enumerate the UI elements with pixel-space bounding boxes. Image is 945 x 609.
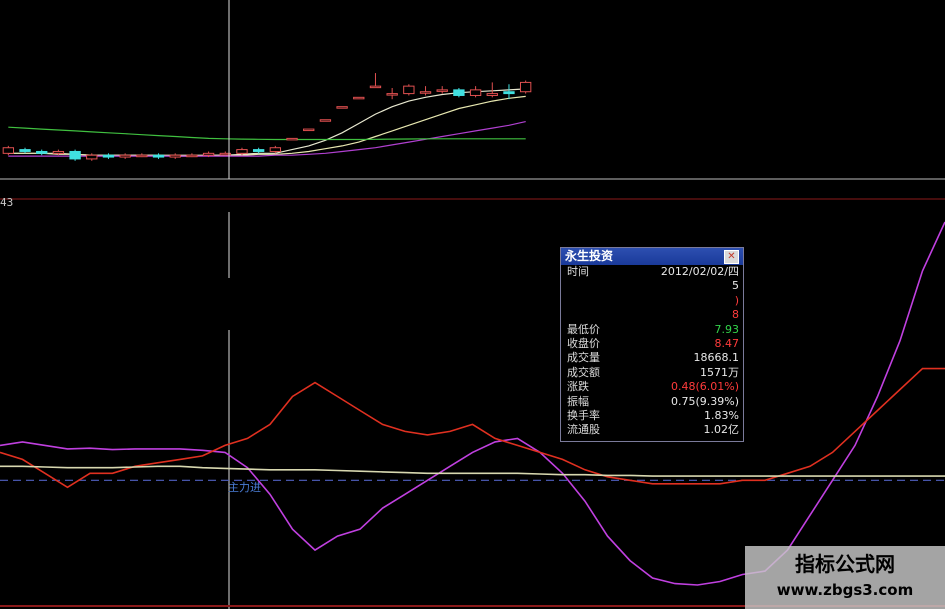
info-row-label: 换手率 [567,408,600,422]
occlusion-mask [215,278,431,330]
candle-body [353,96,365,100]
info-row-label: 时间 [567,265,589,278]
ma-line [8,88,526,157]
candle-body [469,89,482,96]
candle-body [403,85,415,95]
info-row-value: 2012/02/02/四 [660,265,739,278]
info-row: 成交量 18668.1 [561,351,743,365]
candle-body [252,149,265,152]
candle-body [369,85,382,89]
candle-body [503,91,515,95]
indicator-line [0,367,945,489]
info-row-value: 1.83% [704,408,739,422]
info-row: 涨跌 0.48(6.01%) [561,380,743,394]
candle-body [319,119,332,122]
info-row: 时间 2012/02/02/四 [561,265,743,279]
info-row-value: 0.75(9.39%) [670,394,739,408]
info-row: 收盘价 8.47 [561,337,743,351]
candle-body [136,154,148,158]
candle-body [519,81,532,93]
candle-body [169,154,181,158]
stock-chart-window: 43 主力进 永生投资 ✕ 时间 2012/02/02/四 5) 8 最低价 7.93 收盘… [0,0,945,609]
candle-body [419,91,432,94]
info-row-label: 最低价 [567,322,600,336]
candle-body [286,137,298,141]
candle-body [269,147,282,152]
info-row: 流通股 1.02亿 [561,423,743,437]
info-row-value: 8 [732,308,739,322]
candle-body [52,150,65,154]
candle-body [152,154,165,158]
indicator-axis-value: 43 [0,196,14,209]
candle-body [2,147,15,154]
info-row-value: 0.48(6.01%) [670,380,739,394]
candle-body [36,150,48,154]
candle-body [486,93,498,96]
info-row-value: 1.02亿 [703,423,740,437]
info-row-label: 成交量 [567,351,600,365]
candle-body [202,152,215,156]
info-row: 5 [561,279,743,293]
info-row: 8 [561,308,743,322]
candle-body [86,154,98,160]
info-row: 最低价 7.93 [561,323,743,337]
ma-line [8,95,526,156]
close-icon[interactable]: ✕ [724,250,739,264]
info-row-value: 5 [732,279,739,293]
watermark-url: www.zbgs3.com [776,581,914,599]
info-row: 振幅 0.75(9.39%) [561,395,743,409]
candle-body [386,93,398,96]
info-row-value: 18668.1 [693,351,740,365]
info-row: 成交额 1571万 [561,366,743,380]
candle-body [303,128,315,132]
indicator-line [0,221,945,586]
info-panel[interactable]: 永生投资 ✕ 时间 2012/02/02/四 5) 8 最低价 7.93 收盘价 8.47 成交… [560,247,744,442]
info-row-value: ) [734,293,739,307]
candle-body [186,154,198,158]
info-row-label: 收盘价 [567,336,600,350]
candle-body [336,106,348,109]
candle-body [236,149,248,154]
info-panel-title-text: 永生投资 [565,249,614,263]
info-row: 换手率 1.83% [561,409,743,423]
candle-body [69,150,81,160]
chart-canvas[interactable] [0,0,945,609]
watermark-title: 指标公式网 [795,552,895,576]
watermark: 指标公式网 www.zbgs3.com [745,546,945,609]
info-row-label: 振幅 [567,394,589,408]
candle-body [453,89,465,96]
candle-body [436,89,448,92]
candle-body [102,154,115,158]
info-row: ) [561,294,743,308]
info-row-value: 1571万 [700,365,739,379]
info-row-label: 流通股 [567,423,600,437]
info-row-label: 成交额 [567,365,600,379]
info-row-label: 涨跌 [567,380,589,394]
info-panel-title[interactable]: 永生投资 ✕ [561,248,743,265]
candle-body [119,154,131,158]
info-row-value: 7.93 [714,322,740,336]
info-row-value: 8.47 [714,336,740,350]
ma-line [8,126,526,141]
signal-label-main-force-in: 主力进 [228,481,261,494]
info-panel-rows: 时间 2012/02/02/四 5) 8 最低价 7.93 收盘价 8.47 成交量 18668.… [561,265,743,438]
candle-body [19,149,31,152]
